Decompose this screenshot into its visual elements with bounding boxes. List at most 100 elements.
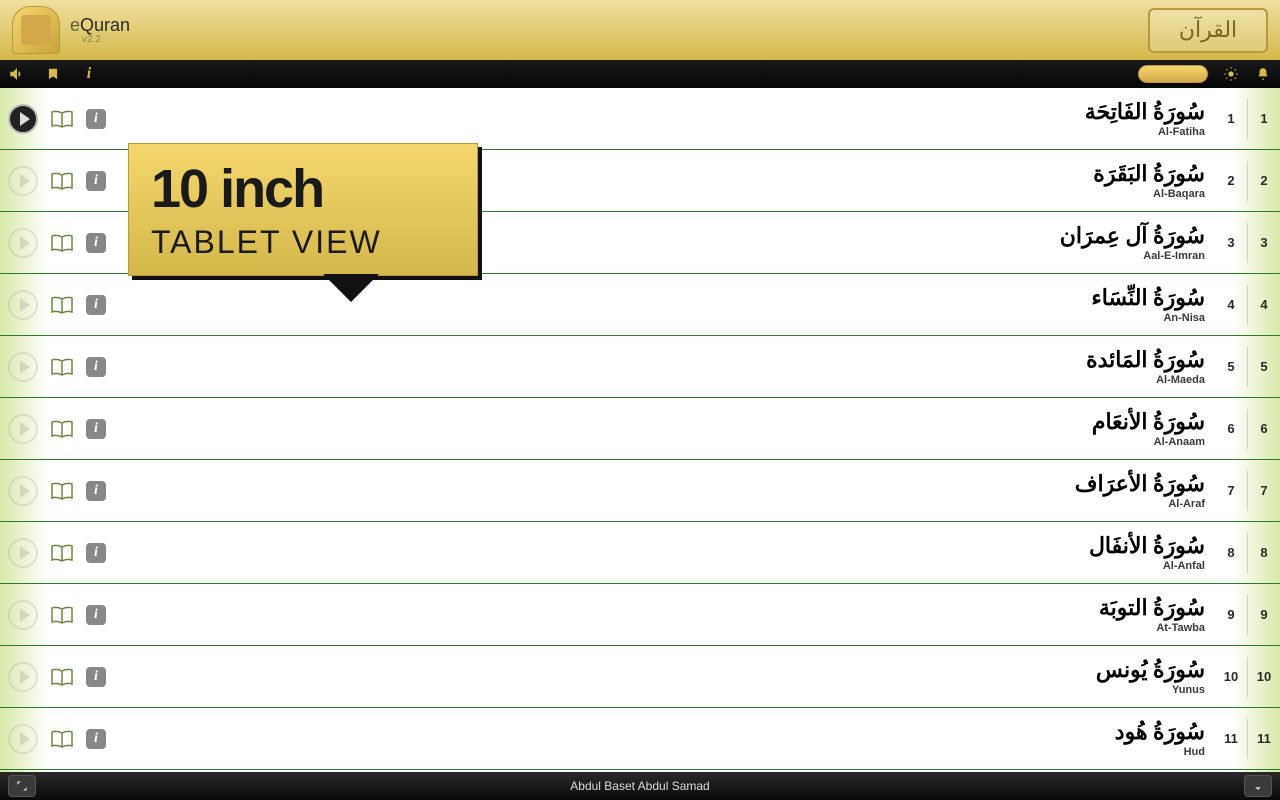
info-icon[interactable]: i (86, 109, 106, 129)
surah-name: An-Nisa (1065, 312, 1205, 324)
collapse-button[interactable] (1244, 775, 1272, 797)
book-icon[interactable] (50, 729, 74, 749)
surah-arabic: سُورَةُ الأنعَام (1065, 409, 1205, 435)
book-icon[interactable] (50, 109, 74, 129)
surah-number: 1 (1215, 111, 1247, 126)
surah-arabic: سُورَةُ البَقَرَة (1065, 161, 1205, 187)
surah-arabic: سُورَةُ هُود (1065, 719, 1205, 745)
surah-row[interactable]: i سُورَةُ المَائدة Al-Maeda 5 5 (0, 336, 1280, 398)
play-button[interactable] (8, 166, 38, 196)
tooltip-subtitle: TABLET VIEW (151, 224, 455, 261)
surah-name: Yunus (1065, 684, 1205, 696)
book-icon[interactable] (50, 295, 74, 315)
play-button[interactable] (8, 476, 38, 506)
bell-icon[interactable] (1254, 65, 1272, 83)
play-button[interactable] (8, 662, 38, 692)
app-logo-icon[interactable] (12, 6, 60, 54)
surah-arabic: سُورَةُ الأنفَال (1065, 533, 1205, 559)
toolbar: i (0, 60, 1280, 88)
app-header: eQuran v2.2 القرآن الكريم (0, 0, 1280, 60)
reciter-name: Abdul Baset Abdul Samad (570, 779, 709, 793)
surah-row[interactable]: i سُورَةُ الأنعَام Al-Anaam 6 6 (0, 398, 1280, 460)
info-icon[interactable]: i (86, 357, 106, 377)
arabic-title-icon: القرآن الكريم (1148, 8, 1268, 53)
surah-number: 9 (1215, 607, 1247, 622)
surah-arabic: سُورَةُ آل عِمرَان (1060, 223, 1205, 249)
surah-arabic: سُورَةُ يُونس (1065, 657, 1205, 683)
surah-row[interactable]: i سُورَةُ يُونس Yunus 10 10 (0, 646, 1280, 708)
info-icon[interactable]: i (86, 171, 106, 191)
play-button[interactable] (8, 414, 38, 444)
juz-number: 7 (1248, 483, 1280, 498)
surah-number: 10 (1215, 669, 1247, 684)
juz-number: 5 (1248, 359, 1280, 374)
play-button[interactable] (8, 228, 38, 258)
play-button[interactable] (8, 352, 38, 382)
surah-row[interactable]: i سُورَةُ التوبَة At-Tawba 9 9 (0, 584, 1280, 646)
surah-name: Al-Maeda (1065, 374, 1205, 386)
sun-icon[interactable] (1222, 65, 1240, 83)
surah-row[interactable]: i سُورَةُ الأنفَال Al-Anfal 8 8 (0, 522, 1280, 584)
juz-number: 11 (1248, 731, 1280, 746)
tooltip-overlay: 10 inch TABLET VIEW (128, 143, 478, 302)
toolbar-pill-button[interactable] (1138, 65, 1208, 83)
surah-name: Al-Araf (1065, 498, 1205, 510)
expand-button[interactable] (8, 775, 36, 797)
sound-icon[interactable] (8, 65, 26, 83)
surah-row[interactable]: i سُورَةُ هُود Hud 11 11 (0, 708, 1280, 770)
surah-name: Al-Fatiha (1065, 126, 1205, 138)
book-icon[interactable] (50, 605, 74, 625)
surah-name: Al-Anaam (1065, 436, 1205, 448)
surah-name: At-Tawba (1065, 622, 1205, 634)
surah-number: 8 (1215, 545, 1247, 560)
surah-list: i سُورَةُ الفَاتِحَة Al-Fatiha 1 1 i سُو… (0, 88, 1280, 772)
book-icon[interactable] (50, 233, 74, 253)
play-button[interactable] (8, 104, 38, 134)
play-button[interactable] (8, 538, 38, 568)
play-button[interactable] (8, 290, 38, 320)
info-icon[interactable]: i (86, 543, 106, 563)
info-icon[interactable]: i (86, 667, 106, 687)
surah-arabic: سُورَةُ التوبَة (1065, 595, 1205, 621)
surah-number: 3 (1215, 235, 1247, 250)
surah-row[interactable]: i سُورَةُ الفَاتِحَة Al-Fatiha 1 1 (0, 88, 1280, 150)
info-toolbar-icon[interactable]: i (80, 65, 98, 83)
juz-number: 8 (1248, 545, 1280, 560)
play-button[interactable] (8, 724, 38, 754)
book-icon[interactable] (50, 171, 74, 191)
book-icon[interactable] (50, 357, 74, 377)
surah-row[interactable]: i سُورَةُ الأعرَاف Al-Araf 7 7 (0, 460, 1280, 522)
book-icon[interactable] (50, 419, 74, 439)
tooltip-title: 10 inch (151, 162, 455, 216)
juz-number: 10 (1248, 669, 1280, 684)
info-icon[interactable]: i (86, 419, 106, 439)
bookmark-icon[interactable] (44, 65, 62, 83)
juz-number: 1 (1248, 111, 1280, 126)
surah-name: Al-Anfal (1065, 560, 1205, 572)
info-icon[interactable]: i (86, 481, 106, 501)
surah-number: 6 (1215, 421, 1247, 436)
surah-arabic: سُورَةُ النِّسَاء (1065, 285, 1205, 311)
book-icon[interactable] (50, 543, 74, 563)
info-icon[interactable]: i (86, 233, 106, 253)
surah-arabic: سُورَةُ الفَاتِحَة (1065, 99, 1205, 125)
book-icon[interactable] (50, 481, 74, 501)
juz-number: 9 (1248, 607, 1280, 622)
surah-arabic: سُورَةُ المَائدة (1065, 347, 1205, 373)
juz-number: 3 (1248, 235, 1280, 250)
juz-number: 4 (1248, 297, 1280, 312)
juz-number: 2 (1248, 173, 1280, 188)
info-icon[interactable]: i (86, 295, 106, 315)
info-icon[interactable]: i (86, 729, 106, 749)
book-icon[interactable] (50, 667, 74, 687)
surah-number: 5 (1215, 359, 1247, 374)
surah-number: 4 (1215, 297, 1247, 312)
surah-number: 2 (1215, 173, 1247, 188)
surah-arabic: سُورَةُ الأعرَاف (1065, 471, 1205, 497)
play-button[interactable] (8, 600, 38, 630)
surah-name: Al-Baqara (1065, 188, 1205, 200)
surah-name: Hud (1065, 746, 1205, 758)
juz-number: 6 (1248, 421, 1280, 436)
info-icon[interactable]: i (86, 605, 106, 625)
brand-label: eQuran v2.2 (70, 15, 130, 45)
